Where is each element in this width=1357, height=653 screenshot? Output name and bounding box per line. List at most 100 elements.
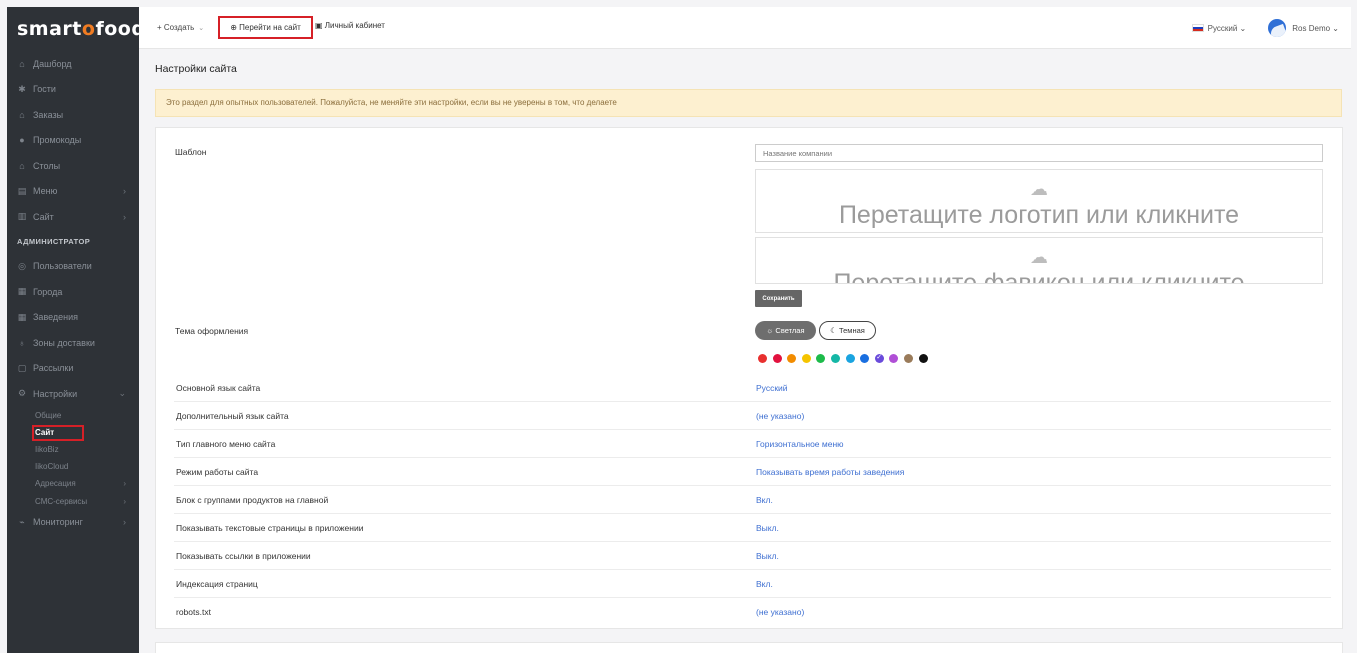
- cloud-upload-icon: ☁: [1030, 247, 1048, 267]
- color-swatch[interactable]: [787, 354, 797, 363]
- setting-row: Блок с группами продуктов на главной Вкл.: [174, 486, 1331, 514]
- warning-alert: Это раздел для опытных пользователей. По…: [155, 89, 1342, 117]
- color-swatch[interactable]: [860, 354, 870, 363]
- site-icon: ▥: [17, 211, 27, 222]
- setting-value-link[interactable]: Горизонтальное меню: [756, 439, 844, 449]
- setting-row: Показывать текстовые страницы в приложен…: [174, 514, 1331, 542]
- cabinet-button[interactable]: ▣ Личный кабинет: [315, 21, 385, 30]
- sidebar-item-orders[interactable]: ⌂ Заказы: [7, 102, 139, 128]
- language-select[interactable]: Русский ⌄: [1208, 24, 1247, 33]
- settings-icon: ⚙: [17, 388, 27, 399]
- secondary-panel: [155, 642, 1343, 653]
- sidebar-item-settings[interactable]: ⚙ Настройки ⌄: [7, 381, 139, 407]
- sidebar-item-guests[interactable]: ✱ Гости: [7, 77, 139, 103]
- monitoring-icon: ⌁: [19, 516, 25, 527]
- setting-row: Индексация страниц Вкл.: [174, 570, 1331, 598]
- setting-row: Показывать ссылки в приложении Выкл.: [174, 542, 1331, 570]
- setting-value-link[interactable]: Выкл.: [756, 523, 779, 533]
- setting-value-link[interactable]: (не указано): [756, 607, 804, 617]
- sidebar-subitem-addressing[interactable]: Адресация ›: [7, 475, 139, 492]
- delivery-icon: ♁: [18, 337, 26, 348]
- create-button[interactable]: + Создать ⌄: [157, 23, 204, 32]
- sidebar-subitem-general[interactable]: Общие: [7, 407, 139, 424]
- color-swatch[interactable]: [889, 354, 899, 363]
- venue-icon: ▦: [17, 311, 27, 322]
- setting-row: Дополнительный язык сайта (не указано): [174, 402, 1331, 430]
- setting-row: Режим работы сайта Показывать время работ…: [174, 458, 1331, 486]
- person-icon: ✱: [18, 83, 26, 94]
- mail-icon: ▢: [17, 362, 27, 373]
- chevron-right-icon: ›: [123, 211, 126, 222]
- avatar[interactable]: [1268, 19, 1287, 37]
- color-swatch[interactable]: [874, 353, 884, 363]
- favicon-dropzone[interactable]: ☁ Перетащите фавикон или кликните: [755, 237, 1323, 284]
- color-swatches: [758, 353, 933, 363]
- sidebar-item-menu[interactable]: ▤ Меню ›: [7, 179, 139, 205]
- sidebar-item-monitoring[interactable]: ⌁ Мониторинг ›: [7, 510, 139, 536]
- setting-row: Основной язык сайта Русский: [174, 374, 1331, 402]
- chevron-right-icon: ›: [123, 186, 126, 197]
- goto-site-button[interactable]: ⊕ Перейти на сайт: [218, 16, 313, 39]
- sidebar-item-site[interactable]: ▥ Сайт ›: [7, 204, 139, 230]
- color-swatch[interactable]: [918, 354, 928, 363]
- color-swatch[interactable]: [758, 354, 767, 363]
- settings-panel: Шаблон ☁ Перетащите логотип или кликните…: [155, 127, 1343, 629]
- menu-icon: ▤: [17, 185, 27, 196]
- chevron-right-icon: ›: [123, 517, 126, 528]
- sidebar-subitem-sms[interactable]: СМС-сервисы ›: [7, 492, 139, 509]
- color-swatch[interactable]: [801, 354, 811, 363]
- setting-row: robots.txt (не указано): [176, 607, 805, 617]
- chevron-down-icon: ⌄: [118, 388, 126, 399]
- sidebar-item-mailings[interactable]: ▢ Рассылки: [7, 356, 139, 382]
- logo-dropzone[interactable]: ☁ Перетащите логотип или кликните: [755, 169, 1323, 233]
- users-icon: ◎: [18, 260, 26, 271]
- sidebar-subitem-iikobiz[interactable]: IikoBiz: [7, 441, 139, 458]
- city-icon: ▦: [17, 286, 27, 297]
- color-swatch[interactable]: [830, 354, 840, 363]
- logo[interactable]: smartofood: [7, 7, 145, 40]
- save-button[interactable]: Сохранить: [755, 290, 802, 307]
- bag-icon: ⌂: [19, 109, 25, 120]
- theme-dark-button[interactable]: ☾ Темная: [819, 321, 876, 340]
- chevron-down-icon: ⌄: [198, 24, 205, 32]
- company-name-input[interactable]: [755, 144, 1323, 162]
- setting-value-link[interactable]: Вкл.: [756, 495, 773, 505]
- color-swatch[interactable]: [816, 354, 826, 363]
- chevron-right-icon: ›: [123, 496, 126, 506]
- topbar: + Создать ⌄ ⊕ Перейти на сайт ▣ Личный ка…: [139, 7, 1351, 49]
- topbar-right: Русский ⌄ Ros Demo ⌄: [1191, 19, 1339, 37]
- admin-heading: АДМИНИСТРАТОР: [17, 237, 91, 246]
- sidebar-item-dashboard[interactable]: ⌂ Дашборд: [7, 51, 139, 77]
- setting-value-link[interactable]: Показывать время работы заведения: [756, 467, 904, 477]
- sidebar: smartofood ⌂ Дашборд ✱ Гости ⌂ Заказы ● Пром…: [7, 7, 145, 653]
- flag-icon: [1191, 24, 1204, 32]
- page-title: Настройки сайта: [155, 63, 237, 75]
- sidebar-item-tables[interactable]: ⌂ Столы: [7, 153, 139, 179]
- setting-row: Тип главного меню сайта Горизонтальное ме…: [174, 430, 1331, 458]
- highlight-box: [32, 424, 84, 441]
- sidebar-subitem-site[interactable]: Сайт: [7, 424, 139, 441]
- color-swatch[interactable]: [772, 354, 782, 363]
- setting-value-link[interactable]: Вкл.: [756, 579, 773, 589]
- color-swatch[interactable]: [845, 354, 855, 363]
- promo-icon: ●: [19, 135, 25, 146]
- user-menu[interactable]: Ros Demo ⌄: [1292, 24, 1339, 33]
- table-icon: ⌂: [19, 160, 25, 171]
- sidebar-item-users[interactable]: ◎ Пользователи: [7, 254, 139, 280]
- sidebar-item-venues[interactable]: ▦ Заведения: [7, 305, 139, 331]
- sidebar-item-delivery-zones[interactable]: ♁ Зоны доставки: [7, 330, 139, 356]
- setting-value-link[interactable]: Выкл.: [756, 551, 779, 561]
- theme-label: Тема оформления: [175, 326, 249, 336]
- home-icon: ⌂: [19, 58, 25, 69]
- sidebar-nav: ⌂ Дашборд ✱ Гости ⌂ Заказы ● Промокоды ⌂ Стол…: [7, 51, 139, 535]
- theme-light-button[interactable]: ☼ Светлая: [755, 321, 816, 340]
- chevron-right-icon: ›: [123, 479, 126, 489]
- setting-value-link[interactable]: (не указано): [756, 411, 804, 421]
- sidebar-item-cities[interactable]: ▦ Города: [7, 279, 139, 305]
- cloud-upload-icon: ☁: [1030, 179, 1048, 199]
- sidebar-item-promocodes[interactable]: ● Промокоды: [7, 128, 139, 154]
- setting-value-link[interactable]: Русский: [756, 383, 788, 393]
- template-label: Шаблон: [175, 147, 207, 157]
- color-swatch[interactable]: [903, 354, 913, 363]
- sidebar-subitem-iikocloud[interactable]: IikoCloud: [7, 458, 139, 475]
